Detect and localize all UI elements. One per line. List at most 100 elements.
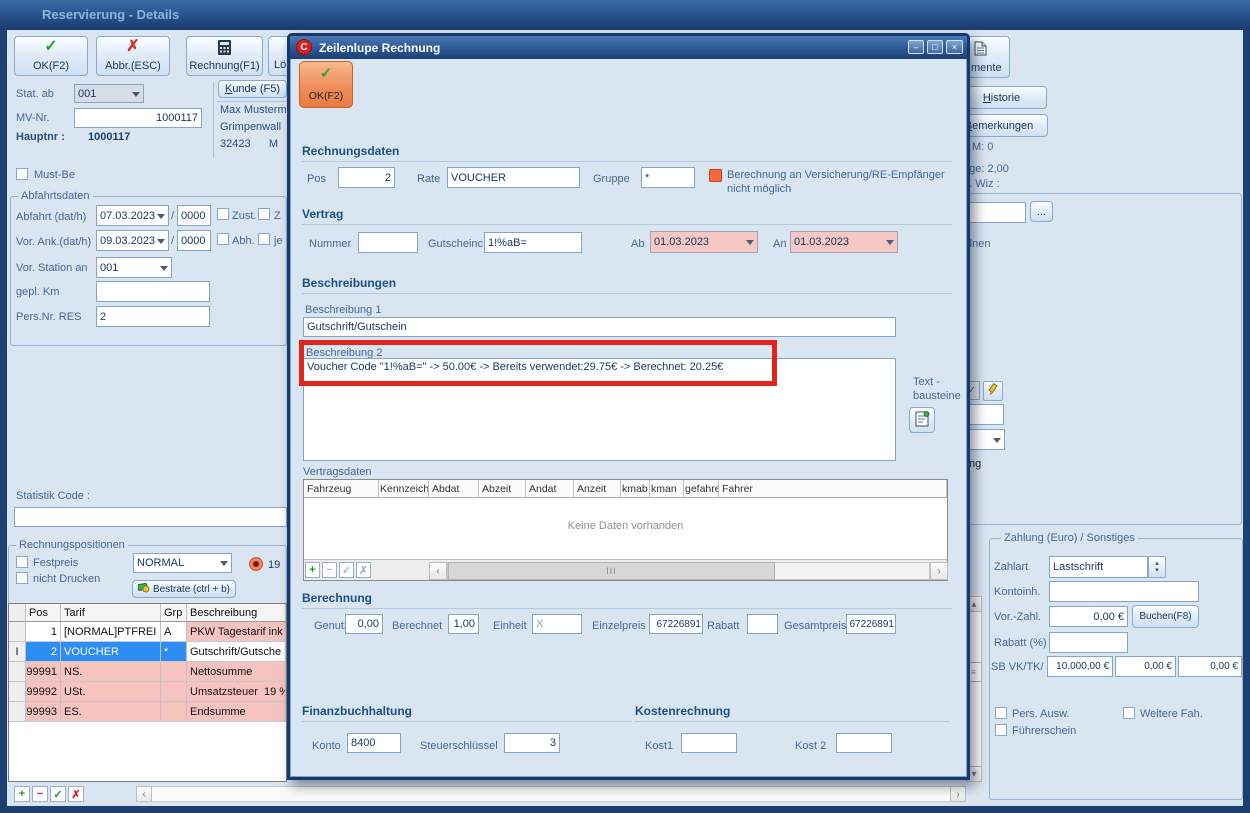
- zahlart-select[interactable]: Lastschrift: [1049, 556, 1148, 578]
- scroll-left-button[interactable]: ‹: [136, 786, 152, 802]
- einzelpreis-field[interactable]: [649, 614, 703, 634]
- rabatt-prozent-field[interactable]: [1049, 632, 1128, 653]
- rabatt-field[interactable]: [747, 614, 778, 634]
- table-row[interactable]: 99992 USt. Umsatzsteuer 19 %: [9, 682, 286, 702]
- table-row-selected[interactable]: I 2 VOUCHER * Gutschrift/Gutsche: [9, 642, 286, 662]
- gutschein-field[interactable]: [484, 232, 582, 253]
- vd-scroll-right-button[interactable]: ›: [930, 562, 948, 580]
- z-checkbox[interactable]: [258, 208, 270, 220]
- gruppe-field[interactable]: [641, 167, 695, 188]
- table-row[interactable]: 99991 NS. Nettosumme: [9, 662, 286, 682]
- col-andat[interactable]: Andat: [526, 480, 574, 497]
- col-pos[interactable]: Pos: [26, 604, 61, 621]
- col-fahrzeug[interactable]: Fahrzeug: [304, 480, 379, 497]
- dialog-ok-button[interactable]: ✓ OK(F2): [299, 61, 353, 108]
- remove-row-button[interactable]: −: [32, 786, 48, 802]
- browse-dots-button[interactable]: ...: [1030, 201, 1053, 222]
- ok-button[interactable]: ✓ OK(F2): [14, 36, 88, 76]
- kontoinh-field[interactable]: [1049, 581, 1199, 602]
- pers-nr-field[interactable]: [96, 306, 210, 327]
- kost2-field[interactable]: [836, 733, 892, 753]
- vor-station-select[interactable]: 001: [96, 257, 172, 278]
- customer-line-1: Max Musterm: [220, 104, 287, 116]
- pers-ausw-checkbox[interactable]: [995, 707, 1007, 719]
- col-gefahren[interactable]: gefahren: [684, 480, 719, 497]
- stat-ab-select[interactable]: 001: [74, 84, 144, 103]
- col-kennzeichen[interactable]: Kennzeichen: [379, 480, 429, 497]
- abfahrt-date-picker[interactable]: 07.03.2023: [96, 205, 169, 226]
- close-button[interactable]: ×: [946, 40, 963, 54]
- tarif-select[interactable]: NORMAL: [133, 553, 232, 573]
- col-abdat[interactable]: Abdat: [429, 480, 479, 497]
- statistik-code-field[interactable]: [14, 507, 287, 527]
- tax-radio[interactable]: [249, 557, 263, 571]
- vor-ank-date-picker[interactable]: 09.03.2023: [96, 230, 169, 251]
- cancel-button[interactable]: ✗ Abbr.(ESC): [96, 36, 170, 76]
- warning-square-icon: [709, 169, 722, 182]
- berechnet-field[interactable]: [448, 614, 479, 634]
- an-date-picker[interactable]: 01.03.2023: [790, 231, 898, 253]
- konto-field[interactable]: [347, 733, 401, 753]
- ab-date-picker[interactable]: 01.03.2023: [650, 231, 758, 253]
- zust-checkbox[interactable]: [217, 208, 229, 220]
- gepl-km-field[interactable]: [96, 281, 210, 302]
- sb-vk-field[interactable]: [1047, 656, 1113, 677]
- vd-confirm-button[interactable]: ✓: [339, 562, 354, 578]
- cancel-row-button[interactable]: ✗: [68, 786, 84, 802]
- buchen-button[interactable]: Buchen(F8): [1132, 605, 1199, 628]
- maximize-button[interactable]: □: [927, 40, 943, 54]
- col-kmab[interactable]: kmab: [621, 480, 650, 497]
- pos-field[interactable]: [338, 167, 395, 188]
- col-beschreibung[interactable]: Beschreibung: [187, 604, 286, 621]
- col-grp[interactable]: Grp: [161, 604, 187, 621]
- nummer-field[interactable]: [358, 232, 418, 253]
- col-anzeit[interactable]: Anzeit: [574, 480, 621, 497]
- col-kman[interactable]: kman: [650, 480, 684, 497]
- vd-add-button[interactable]: +: [305, 562, 320, 578]
- sb-third-field[interactable]: [1178, 656, 1242, 677]
- einheit-field[interactable]: [532, 614, 582, 634]
- vd-remove-button[interactable]: −: [322, 562, 337, 578]
- abh-checkbox[interactable]: [217, 233, 229, 245]
- minimize-button[interactable]: –: [908, 40, 924, 54]
- invoice-button[interactable]: Rechnung(F1): [186, 36, 263, 76]
- bestrate-button[interactable]: Bestrate (ctrl + b): [132, 580, 236, 598]
- mv-nr-field[interactable]: [74, 108, 202, 128]
- fuehrerschein-checkbox[interactable]: [995, 724, 1007, 736]
- zahlart-spinner[interactable]: ▴ ▾: [1148, 556, 1166, 578]
- sb-label: SB VK/TK/: [991, 661, 1044, 673]
- steuerschluessel-field[interactable]: [504, 733, 560, 753]
- weitere-fah-checkbox[interactable]: [1123, 707, 1135, 719]
- add-row-button[interactable]: +: [14, 786, 30, 802]
- textbausteine-button[interactable]: [909, 407, 935, 433]
- vorzahl-field[interactable]: [1049, 606, 1128, 627]
- beschreibung1-field[interactable]: [303, 317, 896, 337]
- table-row[interactable]: 99993 ES. Endsumme: [9, 702, 286, 722]
- abfahrt-time-field[interactable]: [177, 205, 211, 226]
- main-hscrollbar-track[interactable]: [136, 786, 966, 802]
- je-checkbox[interactable]: [258, 233, 270, 245]
- genutzt-field[interactable]: [345, 614, 383, 634]
- main-titlebar[interactable]: [0, 0, 1250, 30]
- festpreis-checkbox[interactable]: [16, 556, 28, 568]
- kunde-button[interactable]: Kunde (F5): [218, 80, 287, 98]
- edit-pencil-button[interactable]: [983, 381, 1003, 401]
- vd-scroll-left-button[interactable]: ‹: [429, 562, 447, 580]
- section-divider: [302, 608, 952, 609]
- vor-ank-time-field[interactable]: [177, 230, 211, 251]
- scroll-right-button[interactable]: ›: [950, 786, 966, 802]
- must-be-checkbox[interactable]: [16, 168, 28, 180]
- confirm-row-button[interactable]: ✓: [50, 786, 66, 802]
- col-abzeit[interactable]: Abzeit: [479, 480, 526, 497]
- kost1-field[interactable]: [681, 733, 737, 753]
- col-tarif[interactable]: Tarif: [61, 604, 161, 621]
- table-row[interactable]: 1 [NORMAL]PTFREI A PKW Tagestarif ink: [9, 622, 286, 642]
- vd-cancel-button[interactable]: ✗: [356, 562, 371, 578]
- rate-field[interactable]: [447, 167, 580, 188]
- gesamtpreis-field[interactable]: [846, 614, 896, 634]
- sb-tk-field[interactable]: [1115, 656, 1176, 677]
- vd-hscroll-grip[interactable]: III: [448, 562, 775, 580]
- nicht-drucken-checkbox[interactable]: [16, 572, 28, 584]
- red-highlight-box: [299, 340, 777, 386]
- col-fahrer[interactable]: Fahrer: [719, 480, 947, 497]
